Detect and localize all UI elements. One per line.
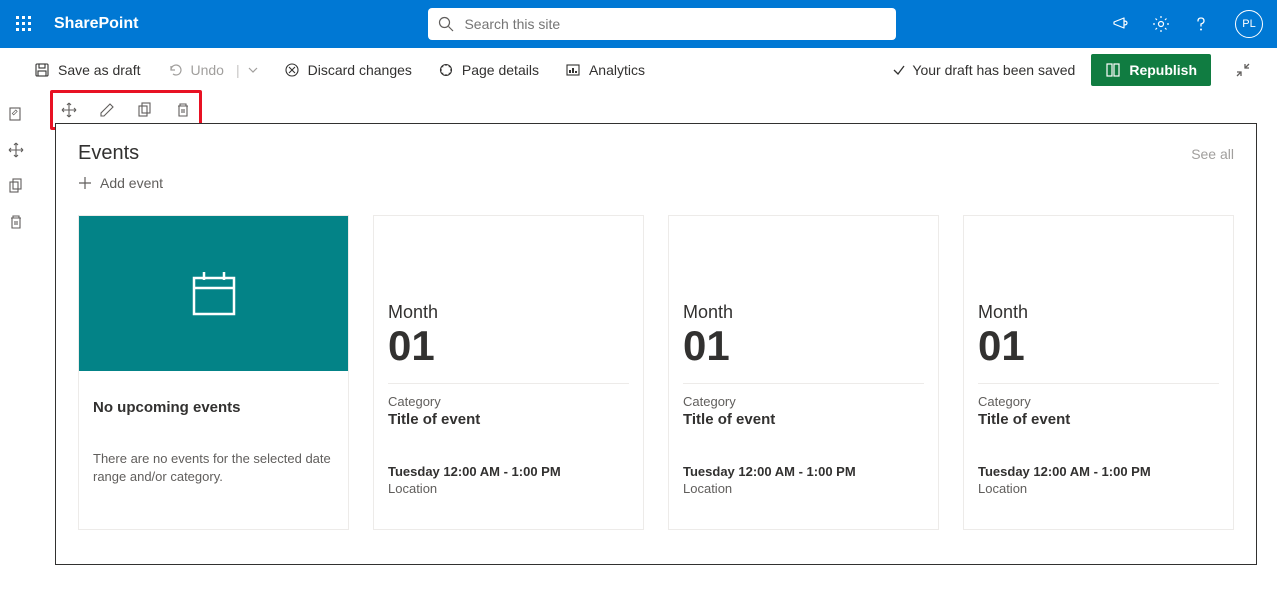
- add-event-button[interactable]: Add event: [78, 175, 1234, 191]
- discard-label: Discard changes: [308, 62, 412, 78]
- app-launcher-icon[interactable]: [8, 8, 40, 40]
- brand-label[interactable]: SharePoint: [54, 15, 138, 33]
- help-icon[interactable]: [1191, 14, 1211, 34]
- discard-button[interactable]: Discard changes: [284, 62, 412, 78]
- webpart-toolbar: [59, 96, 193, 124]
- save-draft-label: Save as draft: [58, 62, 141, 78]
- event-category: Category: [669, 384, 938, 409]
- republish-label: Republish: [1129, 62, 1197, 78]
- edit-section-icon[interactable]: [6, 104, 26, 124]
- event-card[interactable]: Month 01 Category Title of event Tuesday…: [963, 215, 1234, 530]
- event-title: Title of event: [964, 409, 1233, 428]
- search-input[interactable]: [464, 16, 886, 32]
- page-details-button[interactable]: Page details: [438, 62, 539, 78]
- command-bar-right: Your draft has been saved Republish: [892, 54, 1259, 86]
- empty-card-title: No upcoming events: [79, 399, 348, 416]
- event-category: Category: [964, 384, 1233, 409]
- move-section-icon[interactable]: [6, 140, 26, 160]
- events-cards-row: No upcoming events There are no events f…: [78, 215, 1234, 530]
- analytics-label: Analytics: [589, 62, 645, 78]
- analytics-button[interactable]: Analytics: [565, 62, 645, 78]
- events-title: Events: [78, 142, 139, 165]
- event-location: Location: [964, 479, 1233, 496]
- event-location: Location: [374, 479, 643, 496]
- left-rail: [0, 92, 32, 232]
- event-day: 01: [388, 325, 629, 367]
- event-month: Month: [978, 302, 1219, 323]
- event-time: Tuesday 12:00 AM - 1:00 PM: [374, 428, 643, 479]
- collapse-button[interactable]: [1227, 54, 1259, 86]
- move-webpart-icon[interactable]: [59, 100, 79, 120]
- suite-right: PL: [1111, 10, 1269, 38]
- event-month: Month: [683, 302, 924, 323]
- calendar-icon: [188, 268, 240, 320]
- republish-icon: [1105, 62, 1121, 78]
- event-title: Title of event: [374, 409, 643, 428]
- event-card[interactable]: Month 01 Category Title of event Tuesday…: [373, 215, 644, 530]
- duplicate-section-icon[interactable]: [6, 176, 26, 196]
- saved-status: Your draft has been saved: [892, 62, 1075, 78]
- check-icon: [892, 63, 906, 77]
- settings-icon[interactable]: [1151, 14, 1171, 34]
- republish-button[interactable]: Republish: [1091, 54, 1211, 86]
- avatar[interactable]: PL: [1235, 10, 1263, 38]
- event-time: Tuesday 12:00 AM - 1:00 PM: [964, 428, 1233, 479]
- edit-webpart-icon[interactable]: [97, 100, 117, 120]
- add-event-label: Add event: [100, 175, 163, 191]
- suite-bar: SharePoint PL: [0, 0, 1277, 48]
- megaphone-icon[interactable]: [1111, 14, 1131, 34]
- events-webpart[interactable]: Events See all Add event No upcoming eve…: [55, 123, 1257, 565]
- event-title: Title of event: [669, 409, 938, 428]
- search-box[interactable]: [428, 8, 896, 40]
- chevron-down-icon[interactable]: [248, 65, 258, 75]
- see-all-link[interactable]: See all: [1191, 146, 1234, 162]
- event-location: Location: [669, 479, 938, 496]
- events-header: Events See all: [78, 142, 1234, 165]
- command-bar: Save as draft Undo | Discard changes Pag…: [0, 48, 1277, 92]
- event-card[interactable]: Month 01 Category Title of event Tuesday…: [668, 215, 939, 530]
- event-day: 01: [978, 325, 1219, 367]
- event-month: Month: [388, 302, 629, 323]
- empty-card-description: There are no events for the selected dat…: [79, 450, 348, 486]
- page-details-label: Page details: [462, 62, 539, 78]
- undo-label: Undo: [191, 62, 224, 78]
- plus-icon: [78, 176, 92, 190]
- suite-left: SharePoint: [8, 8, 138, 40]
- empty-events-card: No upcoming events There are no events f…: [78, 215, 349, 530]
- undo-button: Undo |: [167, 62, 258, 78]
- save-draft-button[interactable]: Save as draft: [34, 62, 141, 78]
- event-day: 01: [683, 325, 924, 367]
- event-category: Category: [374, 384, 643, 409]
- delete-section-icon[interactable]: [6, 212, 26, 232]
- delete-webpart-icon[interactable]: [173, 100, 193, 120]
- search-icon: [438, 16, 454, 32]
- empty-card-hero: [79, 216, 348, 371]
- avatar-initials: PL: [1242, 18, 1255, 30]
- saved-status-label: Your draft has been saved: [912, 62, 1075, 78]
- duplicate-webpart-icon[interactable]: [135, 100, 155, 120]
- event-time: Tuesday 12:00 AM - 1:00 PM: [669, 428, 938, 479]
